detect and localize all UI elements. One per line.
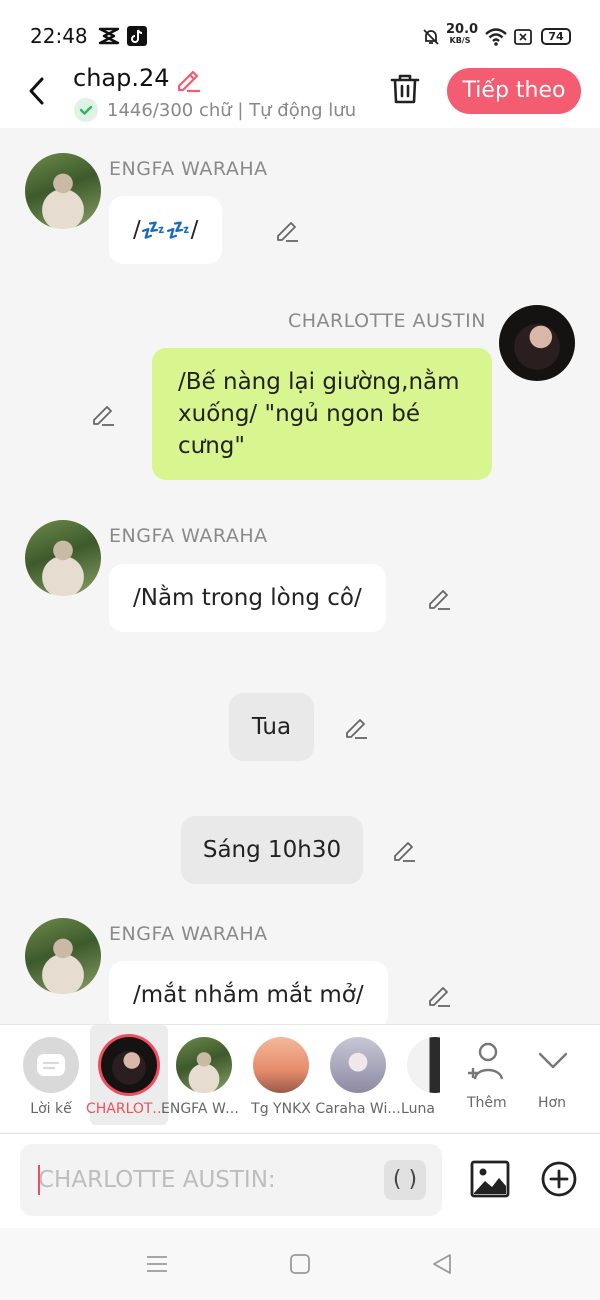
network-speed-value: 20.0: [446, 22, 479, 37]
menu-icon[interactable]: [145, 1252, 169, 1276]
home-square-icon[interactable]: [288, 1252, 312, 1276]
tiktok-icon: [127, 26, 147, 46]
chapter-title[interactable]: chap.24: [73, 64, 170, 92]
more-label[interactable]: Hơn: [538, 1095, 566, 1111]
character-charlotte[interactable]: CHARLOTTE AUSTIN: [86, 1025, 172, 1125]
trash-icon[interactable]: [388, 72, 422, 106]
image-icon[interactable]: [470, 1160, 510, 1198]
system-nav-bar: [0, 1228, 600, 1300]
narration-text: Tua: [251, 714, 292, 740]
character-avatar: [101, 1037, 157, 1093]
chevron-down-icon[interactable]: [536, 1045, 570, 1075]
message-text: /Nằm trong lòng cô/: [133, 585, 362, 611]
network-speed-unit: KB/S: [449, 36, 471, 45]
chat-bubble-icon: [37, 1054, 65, 1076]
message-text: /mắt nhắm mắt mở/: [133, 982, 364, 1008]
network-speed: 20.0 KB/S: [446, 22, 479, 46]
avatar[interactable]: [25, 153, 101, 229]
speaker-name: CHARLOTTE AUSTIN: [288, 310, 486, 332]
pencil-icon[interactable]: [343, 714, 369, 740]
character-avatar: [253, 1037, 309, 1093]
message-input[interactable]: [38, 1144, 378, 1216]
narrator-avatar: [23, 1037, 79, 1093]
parentheses-button[interactable]: ( ): [384, 1160, 426, 1200]
message-bubble[interactable]: /Bế nàng lại giường,nằm xuống/ "ngủ ngon…: [152, 348, 492, 480]
pencil-icon[interactable]: [90, 401, 116, 427]
character-luna[interactable]: Luna: [396, 1025, 440, 1125]
message-bubble[interactable]: /mắt nhắm mắt mở/: [109, 961, 388, 1024]
check-icon: [74, 98, 98, 122]
composer: ( ): [0, 1133, 600, 1228]
narration-bubble[interactable]: Sáng 10h30: [181, 816, 363, 884]
text-caret: [38, 1165, 40, 1195]
word-count-status: 1446/300 chữ | Tự động lưu: [107, 100, 357, 121]
message-text: /Bế nàng lại giường,nằm xuống/ "ngủ ngon…: [178, 369, 460, 459]
bell-off-icon: [423, 29, 439, 45]
next-button[interactable]: Tiếp theo: [447, 68, 581, 114]
sim-icon: [514, 29, 532, 45]
character-label: CHARLOTTE AUSTIN: [86, 1101, 172, 1117]
message-bubble[interactable]: /Nằm trong lòng cô/: [109, 564, 386, 632]
pencil-icon[interactable]: [426, 982, 452, 1008]
speaker-name: ENGFA WARAHA: [109, 923, 268, 945]
speaker-name: ENGFA WARAHA: [109, 158, 268, 180]
speaker-name: ENGFA WARAHA: [109, 525, 268, 547]
character-label: Luna: [401, 1101, 435, 1117]
character-selector: Lời kể CHARLOTTE AUSTIN ENGFA WARAHA Tg …: [0, 1024, 600, 1132]
message-bubble[interactable]: / 💤💤 /: [109, 196, 223, 264]
character-avatar: [176, 1037, 232, 1093]
narration-text: Sáng 10h30: [202, 837, 342, 863]
character-narrator[interactable]: Lời kể: [12, 1025, 90, 1125]
sleep-emoji: 💤💤: [140, 218, 191, 242]
pencil-icon[interactable]: [426, 585, 452, 611]
editor-header: chap.24 1446/300 chữ | Tự động lưu Tiếp …: [0, 60, 600, 128]
back-triangle-icon[interactable]: [430, 1252, 454, 1276]
character-avatar: [407, 1037, 440, 1093]
character-engfa[interactable]: ENGFA WARAHA: [161, 1025, 247, 1125]
message-text-prefix: /: [133, 217, 141, 243]
avatar[interactable]: [25, 918, 101, 994]
status-bar: 22:48 20.0 KB/S 74: [0, 0, 600, 60]
pencil-icon[interactable]: [391, 837, 417, 863]
character-caraha[interactable]: Caraha Wi...: [315, 1025, 401, 1125]
status-time: 22:48: [30, 24, 88, 48]
plus-circle-icon[interactable]: [540, 1160, 578, 1198]
character-label: ENGFA WARAHA: [161, 1101, 247, 1117]
wifi-icon: [485, 28, 507, 46]
character-label: Lời kể: [30, 1101, 72, 1117]
message-input-container[interactable]: ( ): [20, 1144, 442, 1216]
add-character-label[interactable]: Thêm: [467, 1095, 507, 1111]
character-label: Tg YNKX: [251, 1101, 311, 1117]
character-avatar: [330, 1037, 386, 1093]
add-person-icon[interactable]: [462, 1039, 508, 1085]
avatar[interactable]: [25, 520, 101, 596]
edit-icon[interactable]: [174, 65, 202, 93]
avatar[interactable]: [499, 305, 575, 381]
pencil-icon[interactable]: [274, 217, 300, 243]
narration-bubble[interactable]: Tua: [229, 693, 314, 761]
character-label: Caraha Wi...: [315, 1101, 401, 1117]
chat-area[interactable]: ENGFA WARAHA / 💤💤 / CHARLOTTE AUSTIN /Bế…: [0, 128, 600, 1024]
message-text-suffix: /: [190, 217, 199, 243]
battery-indicator: 74: [541, 28, 571, 45]
capcut-icon: [98, 27, 120, 45]
back-icon[interactable]: [24, 74, 50, 108]
character-tg-ynkx[interactable]: Tg YNKX: [242, 1025, 320, 1125]
